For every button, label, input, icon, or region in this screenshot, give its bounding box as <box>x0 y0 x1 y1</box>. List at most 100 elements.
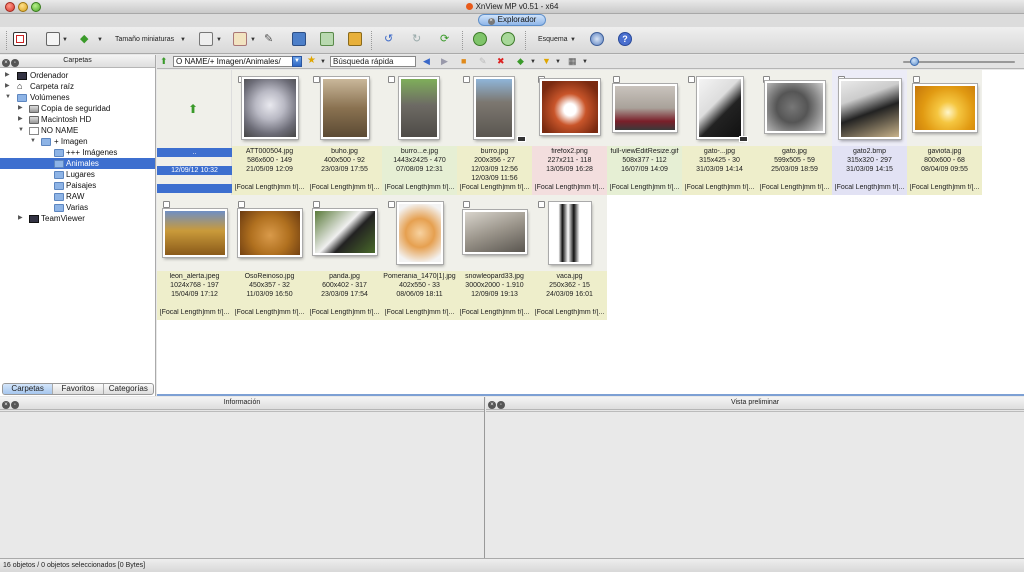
thumbnail-item[interactable]: OsoReinoso.jpg 450x357 - 32 11/03/09 16:50… <box>232 195 307 320</box>
filter-dropdown-icon[interactable]: ▼ <box>250 37 256 43</box>
tag-filter-icon[interactable]: ◆ <box>517 56 524 67</box>
go-up-icon[interactable]: ⬆ <box>160 56 168 67</box>
select-checkbox[interactable] <box>613 76 620 83</box>
select-checkbox[interactable] <box>163 201 170 208</box>
select-checkbox[interactable] <box>463 76 470 83</box>
sort-dropdown-icon[interactable]: ▼ <box>216 37 222 43</box>
folder-action-icon[interactable]: ■ <box>461 56 466 67</box>
select-checkbox[interactable] <box>313 201 320 208</box>
collapse-arrow-icon[interactable]: ▼ <box>30 136 36 147</box>
favorite-dropdown-icon[interactable]: ▼ <box>320 59 326 65</box>
select-checkbox[interactable] <box>388 76 395 83</box>
thumbnail-item[interactable]: gato-...jpg 315x425 - 30 31/03/09 14:14 [Fo… <box>682 70 757 195</box>
rotate-left-icon[interactable]: ↺ <box>384 32 398 46</box>
thumbnail-item[interactable]: gato.jpg 599x505 - 59 25/03/09 18:59 [Focal… <box>757 70 832 195</box>
tab-favoritos[interactable]: Favoritos <box>53 384 104 394</box>
tab-carpetas[interactable]: Carpetas <box>3 384 54 394</box>
tree-item-lugares[interactable]: Lugares <box>0 169 155 180</box>
view-mode-icon[interactable] <box>46 32 60 46</box>
float-panel-icon[interactable]: ◦ <box>497 401 505 409</box>
thumbnail-item[interactable]: snowleopard33.jpg 3000x2000 - 1.910 12/09/… <box>457 195 532 320</box>
thumbnail-item[interactable]: buho.jpg 400x500 - 92 23/03/09 17:55 [Focal… <box>307 70 382 195</box>
expand-arrow-icon[interactable]: ▶ <box>18 114 23 125</box>
quick-search-input[interactable]: Búsqueda rápida <box>330 56 416 67</box>
select-checkbox[interactable] <box>313 76 320 83</box>
tree-item-no-name[interactable]: ▼ NO NAME <box>0 125 155 136</box>
thumbnail-size-slider[interactable] <box>903 61 1015 63</box>
tools-icon[interactable]: ✎ <box>264 32 278 46</box>
thumbnail-item[interactable]: ATT000504.jpg 586x600 - 149 21/05/09 12:09… <box>232 70 307 195</box>
camera-icon[interactable] <box>292 32 306 46</box>
parent-folder-item[interactable]: ⬆ .. 12/09/12 10:32 <box>157 70 232 195</box>
close-panel-icon[interactable]: × <box>2 401 10 409</box>
layout-dropdown-icon[interactable]: ▼ <box>570 37 576 43</box>
select-checkbox[interactable] <box>238 201 245 208</box>
expand-arrow-icon[interactable]: ▶ <box>18 213 23 224</box>
image-edit-icon[interactable] <box>348 32 362 46</box>
tree-item-volumes[interactable]: ▼ Volúmenes <box>0 92 155 103</box>
thumbnail-item[interactable]: leon_alerta.jpeg 1024x768 - 197 15/04/09 1… <box>157 195 232 320</box>
tree-item-imagenes[interactable]: +++ Imágenes <box>0 147 155 158</box>
tree-item-teamviewer[interactable]: ▶ TeamViewer <box>0 213 155 224</box>
expand-arrow-icon[interactable]: ▶ <box>5 81 10 92</box>
expand-arrow-icon[interactable]: ▶ <box>5 70 10 81</box>
view-mode-dropdown-icon[interactable]: ▼ <box>62 37 68 43</box>
tab-explorer[interactable]: × Explorador <box>478 14 546 26</box>
tree-item-animales[interactable]: Animales <box>0 158 155 169</box>
delete-icon[interactable]: ✖ <box>497 56 505 67</box>
select-checkbox[interactable] <box>538 201 545 208</box>
tree-item-imagen[interactable]: ▼ + Imagen <box>0 136 155 147</box>
tab-categorias[interactable]: Categorías <box>104 384 153 394</box>
tree-item-backup[interactable]: ▶ Copia de seguridad <box>0 103 155 114</box>
path-input[interactable]: O NAME/+ Imagen/Animales/ <box>173 56 299 67</box>
edit-icon[interactable]: ✎ <box>479 56 487 67</box>
select-checkbox[interactable] <box>688 76 695 83</box>
filter-icon[interactable] <box>233 32 247 46</box>
slideshow-icon[interactable] <box>320 32 334 46</box>
collapse-arrow-icon[interactable]: ▼ <box>18 125 24 136</box>
tag-icon[interactable]: ◆ <box>80 32 94 46</box>
thumbnail-item[interactable]: vaca.jpg 250x362 - 15 24/03/09 16:01 [Focal… <box>532 195 607 320</box>
sort-icon[interactable] <box>199 32 213 46</box>
thumbnail-item[interactable]: burro...e.jpg 1443x2425 - 470 07/08/09 12:… <box>382 70 457 195</box>
close-panel-icon[interactable]: × <box>2 59 10 67</box>
float-panel-icon[interactable]: ◦ <box>11 401 19 409</box>
path-dropdown-icon[interactable]: ▼ <box>292 56 302 67</box>
forward-arrow-icon[interactable]: ▶ <box>441 56 448 67</box>
select-checkbox[interactable] <box>913 76 920 83</box>
tag-filter-dropdown-icon[interactable]: ▼ <box>530 59 536 65</box>
thumbnail-item[interactable]: gato2.bmp 315x320 - 297 31/03/09 14:15 [Foc… <box>832 70 907 195</box>
tree-item-paisajes[interactable]: Paisajes <box>0 180 155 191</box>
thumbnail-item[interactable]: Pomerania_1470[1].jpg 402x550 - 33 08/06/0… <box>382 195 457 320</box>
thumbnail-item[interactable]: full-viewEditResize.gif 508x377 - 112 16/0… <box>607 70 682 195</box>
sync-alt-icon[interactable] <box>501 32 515 46</box>
tree-item-macintosh-hd[interactable]: ▶ Macintosh HD <box>0 114 155 125</box>
refresh-icon[interactable]: ⟳ <box>440 32 454 46</box>
thumbnail-item[interactable]: burro.jpg 200x356 - 27 12/03/09 12:56 12/03… <box>457 70 532 195</box>
filter-funnel-icon[interactable]: ▼ <box>542 56 551 67</box>
tree-item-root[interactable]: ▶ ⌂ Carpeta raíz <box>0 81 155 92</box>
tag-dropdown-icon[interactable]: ▼ <box>97 37 103 43</box>
thumbnail-item[interactable]: firefox2.png 227x211 - 118 13/05/09 16:28 [… <box>532 70 607 195</box>
tree-item-computer[interactable]: ▶ Ordenador <box>0 70 155 81</box>
filter-funnel-dropdown-icon[interactable]: ▼ <box>555 59 561 65</box>
select-checkbox[interactable] <box>388 201 395 208</box>
help-icon[interactable]: ? <box>618 32 632 46</box>
favorite-star-icon[interactable]: ★ <box>307 55 316 67</box>
expand-arrow-icon[interactable]: ▶ <box>18 103 23 114</box>
thumb-size-menu[interactable]: Tamaño miniaturas <box>115 36 174 43</box>
thumbnail-item[interactable]: panda.jpg 600x402 - 317 23/03/09 17:54 [Foc… <box>307 195 382 320</box>
columns-icon[interactable]: ▦ <box>568 56 577 67</box>
tree-item-varias[interactable]: Varias <box>0 202 155 213</box>
back-arrow-icon[interactable]: ◀ <box>423 56 430 67</box>
fullscreen-icon[interactable] <box>13 32 27 46</box>
thumb-size-dropdown-icon[interactable]: ▼ <box>180 37 186 43</box>
tree-item-raw[interactable]: RAW <box>0 191 155 202</box>
float-panel-icon[interactable]: ◦ <box>11 59 19 67</box>
select-checkbox[interactable] <box>463 201 470 208</box>
sync-icon[interactable] <box>473 32 487 46</box>
rotate-right-icon[interactable]: ↻ <box>412 32 426 46</box>
collapse-arrow-icon[interactable]: ▼ <box>5 92 11 103</box>
thumbnail-size-slider-knob[interactable] <box>910 57 919 66</box>
layout-menu[interactable]: Esquema <box>538 36 568 43</box>
